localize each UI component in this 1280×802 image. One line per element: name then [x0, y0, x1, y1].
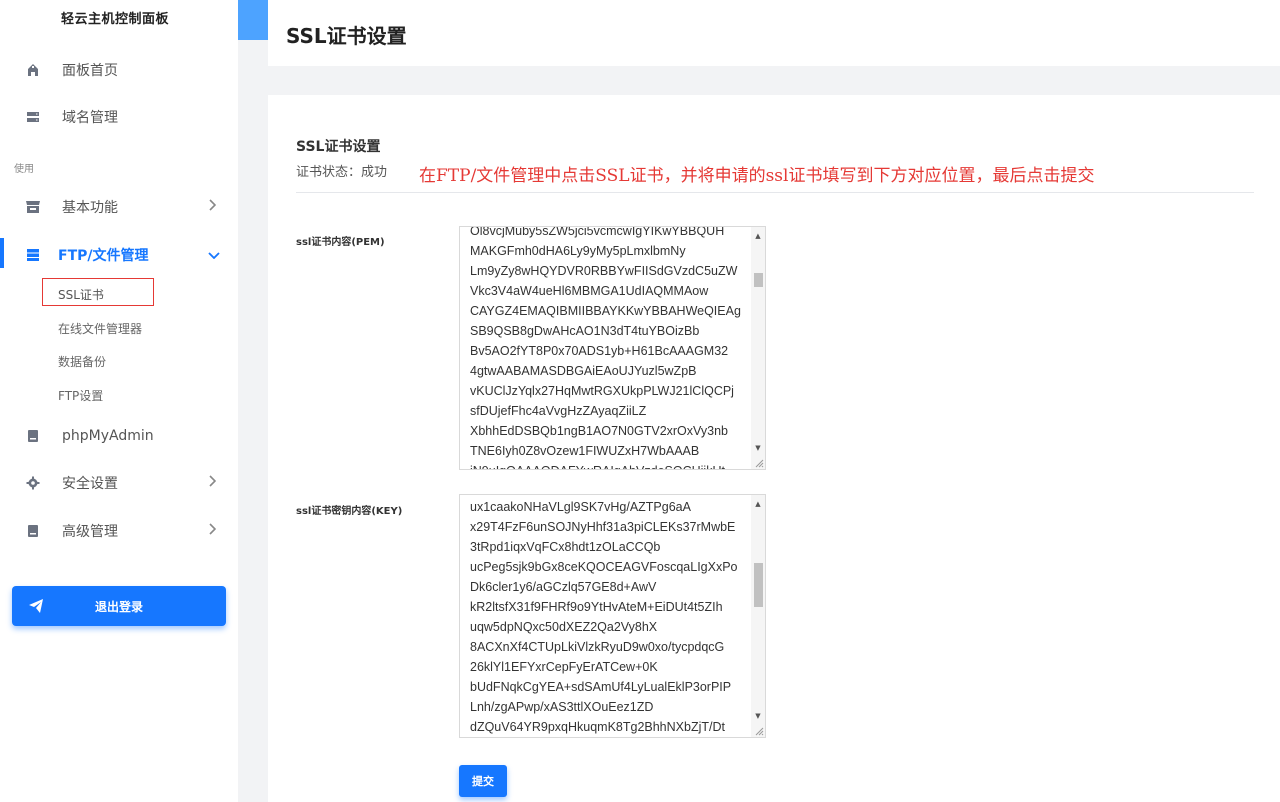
sidebar-item-domains[interactable]: 域名管理: [0, 97, 238, 137]
logout-label: 退出登录: [94, 599, 143, 614]
pem-text: Ol8vcjMuby5sZW5jci5vcmcwIgYIKwYBBQUH MAK…: [470, 226, 741, 469]
pem-label: ssl证书内容(PEM): [296, 237, 385, 248]
sidebar-item-dashboard[interactable]: 面板首页: [0, 50, 238, 90]
sub-item-ssl[interactable]: SSL证书: [58, 286, 104, 303]
section-title: SSL证书设置: [296, 139, 381, 155]
gear-icon: [25, 475, 41, 491]
logout-button[interactable]: 退出登录: [12, 586, 226, 626]
chevron-down-icon: [208, 247, 220, 263]
sidebar-item-label: 域名管理: [62, 110, 118, 126]
book-icon: [25, 428, 41, 444]
scroll-thumb[interactable]: [754, 273, 763, 287]
scroll-down-icon[interactable]: ▼: [751, 709, 765, 723]
pem-scrollbar[interactable]: ▲ ▼: [751, 227, 765, 469]
resize-handle-icon[interactable]: [754, 726, 764, 736]
server-stack-icon: [25, 247, 41, 263]
sidebar-item-security[interactable]: 安全设置: [0, 463, 238, 503]
sub-item-file-manager[interactable]: 在线文件管理器: [58, 320, 142, 337]
server-icon: [25, 109, 41, 125]
sidebar-item-label: 基本功能: [62, 200, 118, 216]
chevron-right-icon: [208, 199, 217, 215]
page-header: SSL证书设置: [268, 0, 1280, 66]
scroll-thumb[interactable]: [754, 563, 763, 607]
key-text: ux1caakoNHaVLgl9SK7vHg/AZTPg6aA x29T4FzF…: [470, 500, 738, 734]
submit-button[interactable]: 提交: [459, 765, 507, 797]
sub-item-backup[interactable]: 数据备份: [58, 353, 106, 370]
sidebar-item-label: FTP/文件管理: [58, 248, 149, 264]
top-accent: [238, 0, 268, 40]
sidebar-item-phpmyadmin[interactable]: phpMyAdmin: [0, 416, 238, 456]
chevron-right-icon: [208, 475, 217, 491]
sidebar-item-label: phpMyAdmin: [62, 428, 154, 444]
scroll-down-icon[interactable]: ▼: [751, 441, 765, 455]
key-scrollbar[interactable]: ▲ ▼: [751, 495, 765, 737]
brand-title: 轻云主机控制面板: [61, 12, 170, 27]
store-icon: [25, 199, 41, 215]
sidebar-item-label: 安全设置: [62, 476, 118, 492]
scroll-up-icon[interactable]: ▲: [751, 229, 765, 243]
sidebar-item-ftp[interactable]: FTP/文件管理: [0, 235, 238, 275]
page-title: SSL证书设置: [286, 24, 407, 48]
certificate-status: 证书状态：成功: [296, 165, 388, 180]
book-icon: [25, 523, 41, 539]
key-label: ssl证书密钥内容(KEY): [296, 506, 403, 517]
scroll-up-icon[interactable]: ▲: [751, 497, 765, 511]
resize-handle-icon[interactable]: [754, 458, 764, 468]
dashboard-icon: [25, 62, 41, 78]
sidebar-item-label: 面板首页: [62, 63, 118, 79]
sub-item-ftp-settings[interactable]: FTP设置: [58, 387, 103, 404]
send-icon: [28, 598, 44, 614]
pem-textarea[interactable]: Ol8vcjMuby5sZW5jci5vcmcwIgYIKwYBBQUH MAK…: [459, 226, 766, 470]
sidebar-item-basic[interactable]: 基本功能: [0, 187, 238, 227]
key-textarea[interactable]: ux1caakoNHaVLgl9SK7vHg/AZTPg6aA x29T4FzF…: [459, 494, 766, 738]
chevron-right-icon: [208, 523, 217, 539]
sidebar: 轻云主机控制面板 面板首页 域名管理 使用 基本功能 FTP/文件管理 SSL证…: [0, 0, 238, 802]
section-label: 使用: [14, 164, 34, 175]
ssl-form-card: SSL证书设置 证书状态：成功 在FTP/文件管理中点击SSL证书，并将申请的s…: [268, 95, 1280, 802]
sidebar-item-advanced[interactable]: 高级管理: [0, 511, 238, 551]
sidebar-item-label: 高级管理: [62, 524, 118, 540]
divider: [296, 192, 1254, 193]
instruction-note: 在FTP/文件管理中点击SSL证书，并将申请的ssl证书填写到下方对应位置，最后…: [419, 166, 1095, 186]
